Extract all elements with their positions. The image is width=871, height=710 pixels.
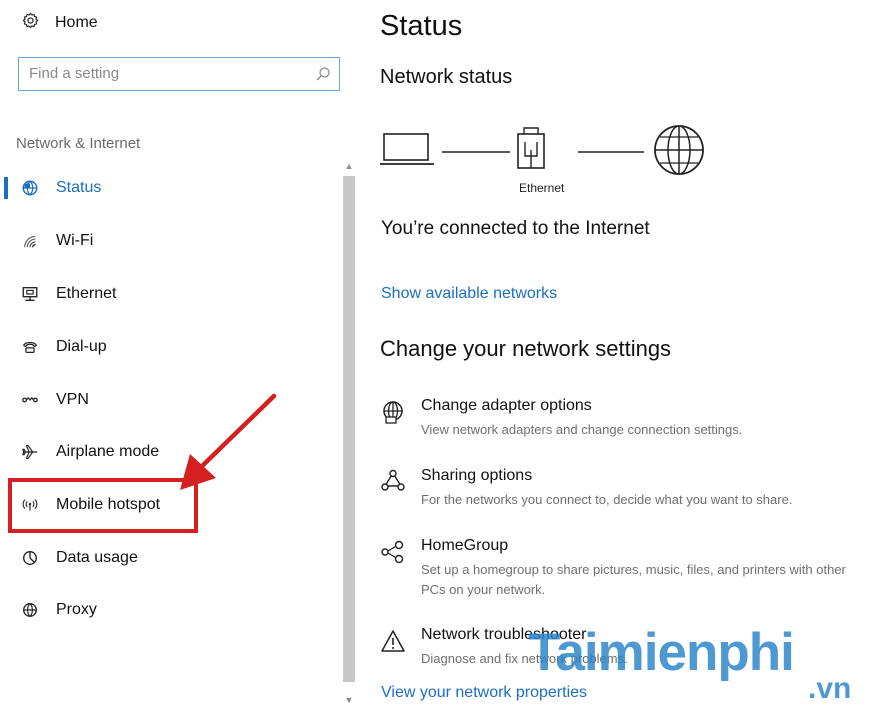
show-available-networks-link[interactable]: Show available networks: [381, 285, 557, 303]
watermark-logo: Taimienphi: [528, 623, 795, 682]
sidebar-item-data-usage[interactable]: Data usage: [0, 538, 330, 578]
search-box: [18, 57, 340, 91]
sidebar-item-dialup[interactable]: Dial-up: [0, 327, 330, 367]
setting-description: Set up a homegroup to share pictures, mu…: [421, 562, 846, 597]
ethernet-port-icon: [517, 127, 545, 169]
sidebar-item-label: VPN: [56, 391, 89, 408]
sidebar-item-label: Data usage: [56, 549, 138, 566]
scrollbar-thumb[interactable]: [343, 176, 355, 682]
sharing-options-item[interactable]: Sharing options For the networks you con…: [380, 467, 860, 511]
homegroup-item[interactable]: HomeGroup Set up a homegroup to share pi…: [380, 537, 860, 601]
sidebar-item-label: Status: [56, 179, 102, 196]
sidebar-item-wifi[interactable]: Wi-Fi: [0, 221, 330, 261]
sidebar-item-proxy[interactable]: Proxy: [0, 590, 330, 630]
sidebar-item-airplane[interactable]: Airplane mode: [0, 432, 330, 472]
sidebar-item-label: Dial-up: [56, 338, 107, 355]
wifi-icon: [20, 231, 40, 251]
page-title: Status: [380, 10, 463, 42]
gear-icon: [22, 12, 39, 34]
sidebar-item-label: Wi-Fi: [56, 232, 94, 249]
homegroup-icon: [381, 540, 404, 564]
sidebar-item-vpn[interactable]: VPN: [0, 380, 330, 420]
section-label: Network & Internet: [16, 135, 141, 152]
setting-description: For the networks you connect to, decide …: [421, 492, 793, 507]
sidebar-item-label: Proxy: [56, 601, 97, 618]
globe-status-icon: [20, 178, 40, 198]
view-network-properties-link[interactable]: View your network properties: [381, 684, 587, 702]
sidebar-item-ethernet[interactable]: Ethernet: [0, 274, 330, 314]
globe-icon: [20, 600, 40, 620]
search-icon[interactable]: [315, 66, 331, 82]
setting-title: HomeGroup: [421, 537, 509, 554]
airplane-icon: [20, 442, 40, 462]
sidebar-item-status[interactable]: Status: [0, 168, 330, 208]
watermark-domain: .vn: [808, 672, 852, 705]
scroll-up-arrow-icon[interactable]: ▲: [343, 160, 355, 172]
home-nav-item[interactable]: Home: [22, 8, 98, 38]
search-input[interactable]: [19, 58, 309, 88]
warning-icon: [381, 630, 405, 652]
red-arrow-icon: [180, 393, 277, 490]
sharing-icon: [381, 469, 405, 491]
change-adapter-options-item[interactable]: Change adapter options View network adap…: [380, 397, 860, 441]
pie-chart-icon: [20, 548, 40, 568]
sidebar-item-label: Ethernet: [56, 285, 117, 302]
laptop-icon: [380, 133, 434, 165]
network-status-heading: Network status: [380, 66, 513, 88]
ethernet-icon: [20, 284, 40, 304]
adapter-globe-icon: [383, 401, 403, 424]
home-label: Home: [55, 14, 98, 31]
setting-title: Sharing options: [421, 467, 533, 484]
network-diagram: [380, 125, 704, 175]
diagram-caption: Ethernet: [519, 181, 565, 195]
phone-icon: [20, 337, 40, 357]
change-settings-heading: Change your network settings: [380, 336, 672, 361]
vpn-icon: [20, 390, 40, 410]
setting-title: Change adapter options: [421, 397, 592, 414]
internet-globe-icon: [654, 125, 704, 175]
sidebar-item-label: Airplane mode: [56, 443, 160, 460]
connection-status-text: You’re connected to the Internet: [381, 218, 650, 239]
scroll-down-arrow-icon[interactable]: ▼: [343, 694, 355, 706]
setting-description: View network adapters and change connect…: [421, 422, 743, 437]
